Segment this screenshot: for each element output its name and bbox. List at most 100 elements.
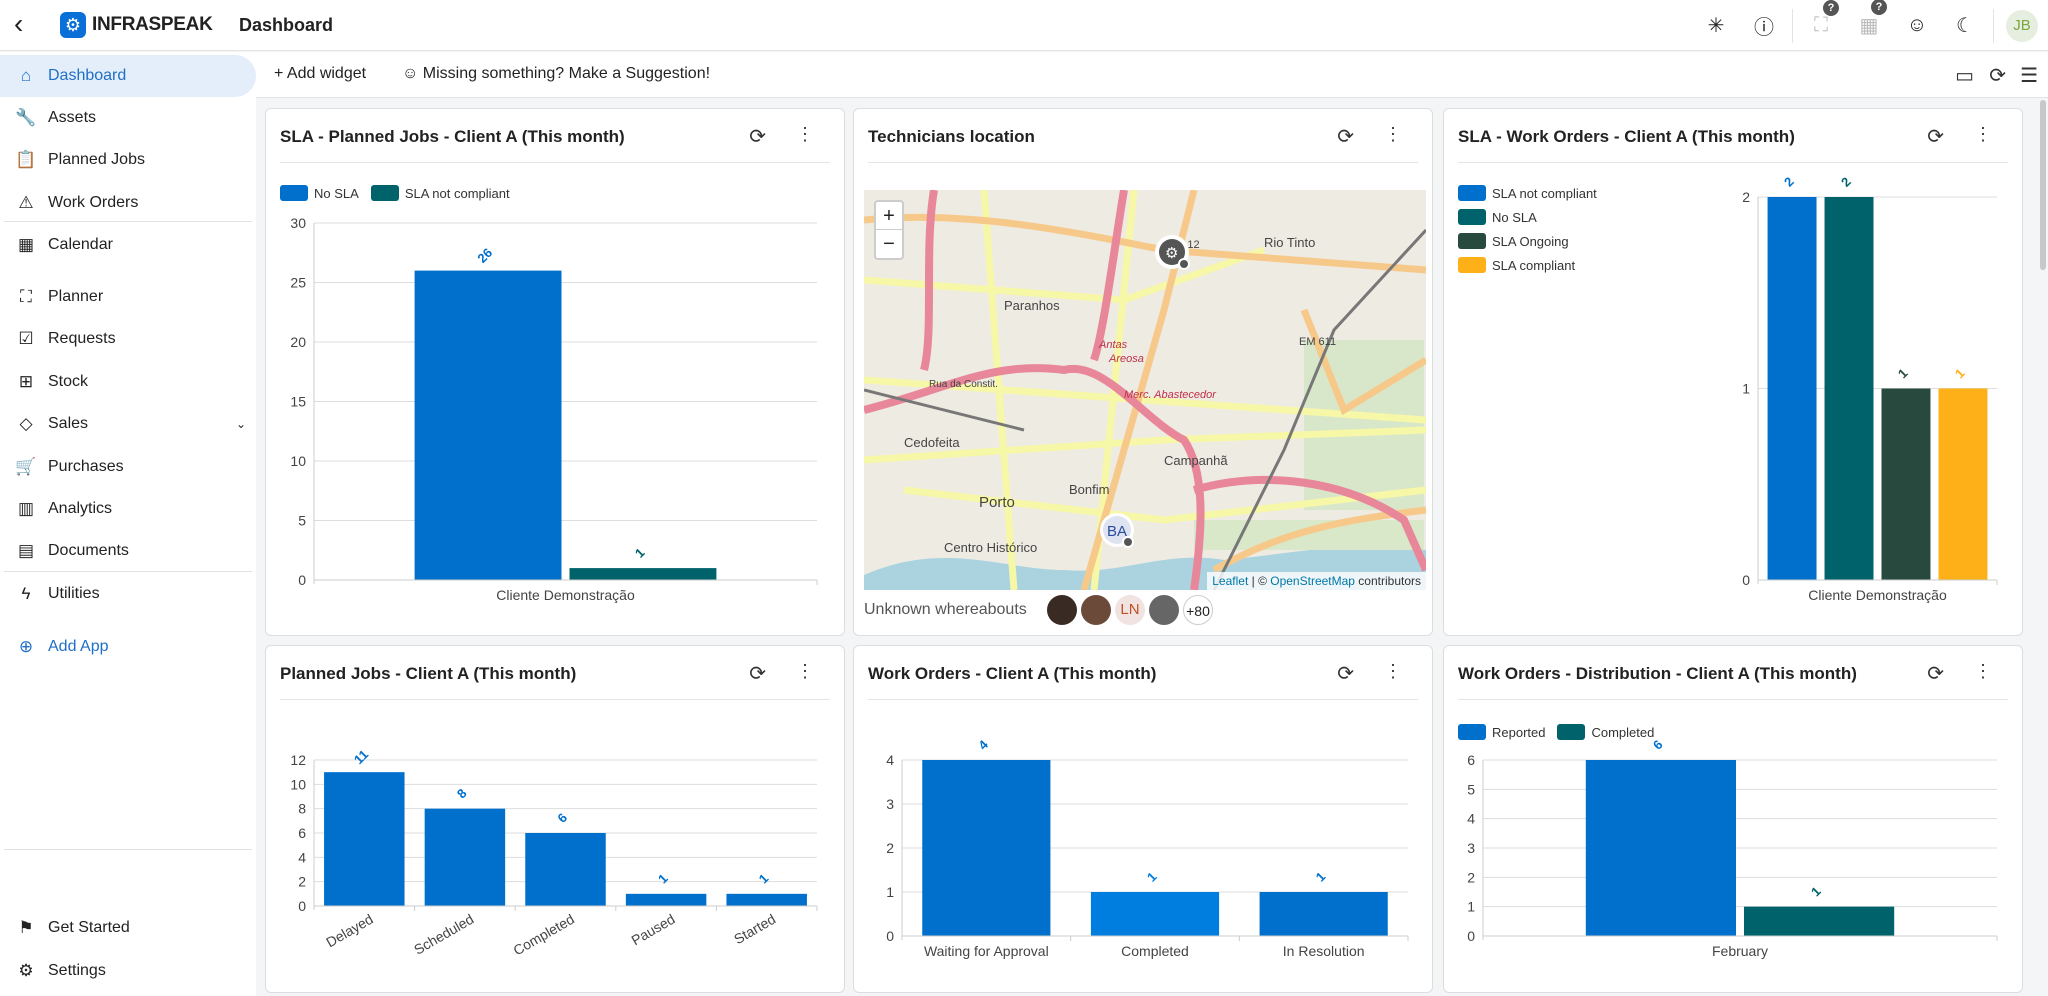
plus-circle-icon: ⊕ — [18, 637, 34, 656]
technician-avatar[interactable] — [1149, 595, 1179, 625]
filter-settings-icon[interactable]: ☰ — [2020, 63, 2038, 88]
y-tick-label: 3 — [1467, 840, 1475, 856]
map[interactable]: Paranhos Rio Tinto Cedofeita Porto Bonfi… — [864, 190, 1426, 590]
sidebar-item-work-orders[interactable]: ⚠ Work Orders — [0, 182, 256, 224]
refresh-icon[interactable]: ⟳ — [1927, 661, 1944, 686]
asterisk-icon[interactable]: ✳ — [1692, 13, 1740, 38]
refresh-icon[interactable]: ⟳ — [1337, 124, 1354, 149]
calendar-help-icon[interactable]: ▦? — [1845, 0, 1893, 38]
page-scrollbar[interactable] — [2040, 100, 2046, 270]
sidebar-item-analytics[interactable]: ▥ Analytics — [0, 488, 256, 530]
more-menu-icon[interactable]: ⋮ — [796, 124, 814, 145]
add-widget-button[interactable]: + Add widget — [274, 65, 366, 83]
bar[interactable] — [324, 772, 405, 906]
osm-link[interactable]: OpenStreetMap — [1270, 574, 1355, 588]
more-technicians-badge[interactable]: +80 — [1183, 595, 1213, 625]
monitor-icon[interactable]: ▭ — [1955, 63, 1974, 88]
sidebar-item-planner[interactable]: ⛶ Planner — [0, 276, 256, 318]
data-label: 1 — [756, 871, 772, 887]
bar[interactable] — [424, 808, 506, 906]
x-tick-label: In Resolution — [1283, 943, 1365, 959]
divider — [4, 849, 252, 850]
info-icon[interactable]: ⓘ — [1740, 11, 1788, 40]
sidebar-item-assets[interactable]: 🔧 Assets — [0, 97, 256, 139]
technician-avatar[interactable] — [1047, 595, 1077, 625]
refresh-icon[interactable]: ⟳ — [749, 661, 766, 686]
refresh-icon[interactable]: ⟳ — [1989, 63, 2006, 88]
bar[interactable] — [414, 270, 562, 580]
more-menu-icon[interactable]: ⋮ — [1974, 661, 1992, 682]
bar[interactable] — [1090, 892, 1220, 936]
data-label: 11 — [351, 747, 371, 767]
bar[interactable] — [1744, 906, 1895, 936]
planner-help-icon[interactable]: ⛶? — [1797, 0, 1845, 37]
refresh-icon[interactable]: ⟳ — [749, 124, 766, 149]
bar[interactable] — [1767, 197, 1817, 580]
back-icon[interactable]: ‹ — [14, 10, 23, 38]
refresh-icon[interactable]: ⟳ — [1337, 661, 1354, 686]
chevron-down-icon[interactable]: ⌄ — [236, 417, 246, 431]
bar[interactable] — [569, 568, 717, 580]
y-tick-label: 3 — [886, 796, 894, 812]
bar[interactable] — [1259, 892, 1388, 936]
sidebar-item-add-app[interactable]: ⊕ Add App — [0, 626, 256, 668]
map-label: Merc. Abastecedor — [1124, 389, 1217, 401]
technician-marker-gear[interactable]: ⚙ — [1155, 235, 1190, 270]
technician-marker-ba[interactable]: BA — [1100, 513, 1134, 548]
zoom-in-button[interactable]: + — [876, 202, 902, 230]
data-label: 1 — [1144, 869, 1160, 885]
chat-check-icon: ☑ — [18, 329, 34, 348]
leaflet-link[interactable]: Leaflet — [1212, 574, 1248, 588]
bar[interactable] — [1585, 760, 1736, 936]
planner-icon: ⛶ — [20, 287, 32, 306]
more-menu-icon[interactable]: ⋮ — [1384, 124, 1402, 145]
sidebar-item-sales[interactable]: ◇ Sales ⌄ — [0, 403, 256, 445]
y-tick-label: 1 — [886, 884, 894, 900]
technician-avatar[interactable]: LN — [1115, 595, 1145, 625]
more-menu-icon[interactable]: ⋮ — [1384, 661, 1402, 682]
data-label: 26 — [474, 245, 495, 266]
bar[interactable] — [1824, 197, 1874, 580]
y-tick-label: 6 — [298, 825, 306, 841]
x-tick-label: Waiting for Approval — [924, 943, 1049, 959]
x-tick-label: Scheduled — [411, 911, 476, 958]
sidebar-item-stock[interactable]: ⊞ Stock — [0, 361, 256, 403]
refresh-icon[interactable]: ⟳ — [1927, 124, 1944, 149]
sidebar-item-settings[interactable]: ⚙ Settings — [0, 950, 256, 992]
moon-icon[interactable]: ☾ — [1941, 13, 1989, 38]
more-menu-icon[interactable]: ⋮ — [1974, 124, 1992, 145]
bar[interactable] — [1938, 388, 1988, 581]
y-tick-label: 20 — [290, 334, 306, 350]
user-avatar[interactable]: JB — [2006, 9, 2038, 42]
sidebar-item-requests[interactable]: ☑ Requests — [0, 318, 256, 360]
sidebar-item-label: Purchases — [48, 458, 124, 475]
sidebar-item-utilities[interactable]: ϟ Utilities — [0, 573, 256, 615]
sidebar-item-purchases[interactable]: 🛒 Purchases — [0, 446, 256, 488]
bar[interactable] — [525, 833, 606, 906]
bar[interactable] — [726, 893, 807, 906]
sidebar-item-label: Sales — [48, 415, 89, 432]
sidebar-item-calendar[interactable]: ▦ Calendar — [0, 224, 256, 266]
svg-text:⚙: ⚙ — [1165, 245, 1178, 262]
chart-work-orders-distribution: Reported Completed 0 1 2 3 4 5 6 6 1 February — [1444, 700, 2022, 992]
suggestion-link[interactable]: ☺ Missing something? Make a Suggestion! — [402, 65, 710, 83]
technician-avatar[interactable] — [1081, 595, 1111, 625]
sidebar-item-label: Dashboard — [48, 67, 127, 84]
clipboard-icon: 📋 — [15, 150, 37, 169]
more-menu-icon[interactable]: ⋮ — [796, 661, 814, 682]
home-icon: ⌂ — [20, 66, 32, 85]
bar[interactable] — [625, 893, 707, 906]
sidebar-item-dashboard[interactable]: ⌂ Dashboard — [0, 55, 256, 97]
sidebar-item-get-started[interactable]: ⚑ Get Started — [0, 907, 256, 949]
chart-sla-planned-jobs: No SLA SLA not compliant 0 5 10 15 20 25 30 26 1 C… — [266, 163, 844, 635]
y-tick-label: 4 — [886, 752, 894, 768]
map-zoom-control: + − — [874, 200, 904, 260]
smiley-icon[interactable]: ☺ — [1893, 14, 1941, 37]
zoom-out-button[interactable]: − — [876, 230, 902, 258]
logo[interactable]: ⚙ INFRASPEAK — [60, 12, 213, 38]
sidebar-item-planned-jobs[interactable]: 📋 Planned Jobs — [0, 139, 256, 181]
sidebar-item-documents[interactable]: ▤ Documents — [0, 530, 256, 572]
bar[interactable] — [1881, 388, 1931, 581]
chart-svg: 0 2 4 6 8 10 12 11 Delayed 8 Scheduled 6 Completed 1 P… — [290, 747, 818, 958]
bar[interactable] — [922, 760, 1051, 936]
